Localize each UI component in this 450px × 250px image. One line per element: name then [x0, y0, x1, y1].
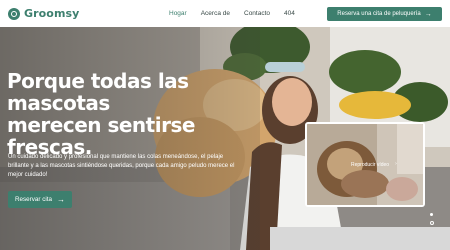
- hero-subtitle: Un cuidado delicado y profesional que ma…: [8, 154, 235, 178]
- brand-name: Groomsy: [24, 7, 80, 20]
- hero-section: Porque todas las mascotas merecen sentir…: [0, 27, 450, 250]
- arrow-right-icon: →: [424, 10, 432, 18]
- arrow-right-icon: →: [57, 195, 66, 204]
- hero-booking-button[interactable]: Reservar cita →: [8, 191, 72, 208]
- play-icon: ›: [395, 161, 397, 167]
- slider-dot[interactable]: [430, 213, 433, 216]
- video-card[interactable]: Reproducir vídeo ›: [305, 122, 425, 207]
- hero-title: Porque todas las mascotas merecen sentir…: [7, 69, 195, 159]
- play-video-label: Reproducir vídeo: [351, 162, 390, 168]
- hero-booking-label: Reservar cita: [14, 196, 53, 203]
- nav-item-home[interactable]: Hogar: [169, 10, 187, 17]
- site-header: Groomsy Hogar Acerca de Contacto 404 Res…: [0, 0, 450, 27]
- brand-logo[interactable]: Groomsy: [8, 7, 79, 20]
- nav-item-404[interactable]: 404: [284, 10, 295, 17]
- header-booking-label: Reserva una cita de peluquería: [337, 11, 421, 17]
- nav-item-about[interactable]: Acerca de: [201, 10, 230, 17]
- slider-dots: [429, 213, 434, 225]
- nav-item-contact[interactable]: Contacto: [244, 10, 270, 17]
- logo-icon: [8, 7, 20, 20]
- main-nav: Hogar Acerca de Contacto 404: [169, 0, 295, 27]
- header-booking-button[interactable]: Reserva una cita de peluquería →: [327, 7, 442, 21]
- slider-dot-active[interactable]: [429, 221, 434, 225]
